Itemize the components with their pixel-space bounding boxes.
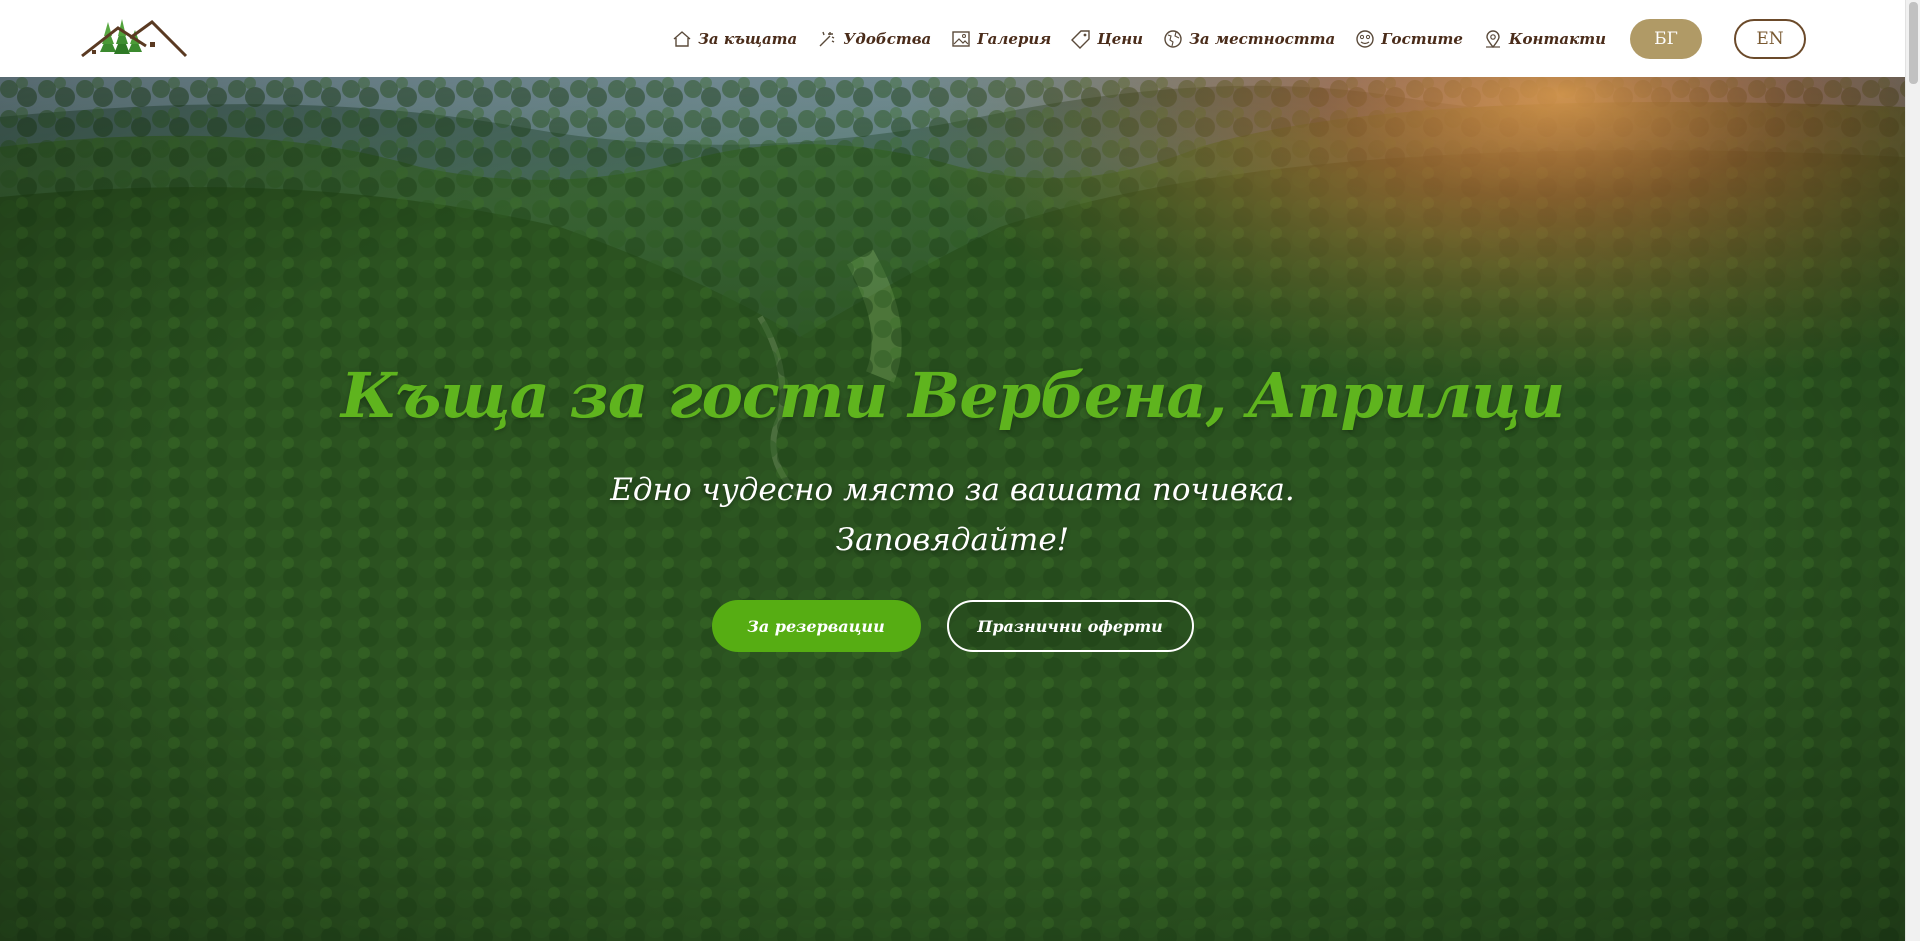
nav-item-label: Галерия — [977, 30, 1052, 48]
nav-item-contacts[interactable]: Контакти — [1483, 29, 1606, 49]
holiday-offers-button[interactable]: Празнични оферти — [946, 600, 1194, 652]
nav-item-label: За местността — [1189, 30, 1336, 48]
main-nav: За къщата Удобства Галерия Цени За местн… — [672, 18, 1806, 60]
nav-item-gallery[interactable]: Галерия — [951, 29, 1051, 49]
lang-bg-button[interactable]: БГ — [1630, 19, 1702, 59]
house-logo-icon — [81, 19, 188, 58]
hero-section: Къща за гости Вербена, Априлци Едно чуде… — [0, 77, 1905, 941]
site-logo[interactable] — [80, 16, 188, 60]
hero-content: Къща за гости Вербена, Априлци Едно чуде… — [0, 77, 1905, 941]
price-tag-icon — [1071, 29, 1091, 49]
hero-subtitle-line-1: Едно чудесно място за вашата почивка. — [610, 472, 1295, 508]
site-header: За къщата Удобства Галерия Цени За местн… — [0, 0, 1905, 77]
hero-title: Къща за гости Вербена, Априлци — [340, 359, 1565, 432]
page-scrollbar[interactable] — [1905, 0, 1920, 941]
magic-wand-icon — [817, 29, 837, 49]
globe-icon — [1163, 29, 1183, 49]
scrollbar-thumb[interactable] — [1909, 2, 1918, 84]
nav-item-label: За къщата — [698, 30, 798, 48]
nav-item-amenities[interactable]: Удобства — [817, 29, 931, 49]
reservations-button[interactable]: За резервации — [711, 600, 921, 652]
nav-item-label: Контакти — [1508, 30, 1606, 48]
nav-item-about-house[interactable]: За къщата — [672, 29, 797, 49]
map-pin-icon — [1483, 29, 1503, 49]
nav-item-prices[interactable]: Цени — [1071, 29, 1143, 49]
nav-item-label: Удобства — [843, 30, 932, 48]
lang-en-button[interactable]: EN — [1734, 19, 1806, 59]
hero-buttons: За резервации Празнични оферти — [0, 600, 1905, 652]
nav-item-area[interactable]: За местността — [1163, 29, 1335, 49]
hero-subtitle: Едно чудесно място за вашата почивка. За… — [0, 465, 1905, 565]
house-icon — [672, 29, 692, 49]
hero-subtitle-line-2: Заповядайте! — [835, 522, 1070, 558]
smiley-icon — [1355, 29, 1375, 49]
nav-item-guests[interactable]: Гостите — [1355, 29, 1463, 49]
image-icon — [951, 29, 971, 49]
nav-item-label: Гостите — [1381, 30, 1463, 48]
page: За къщата Удобства Галерия Цени За местн… — [0, 0, 1920, 941]
nav-item-label: Цени — [1097, 30, 1144, 48]
